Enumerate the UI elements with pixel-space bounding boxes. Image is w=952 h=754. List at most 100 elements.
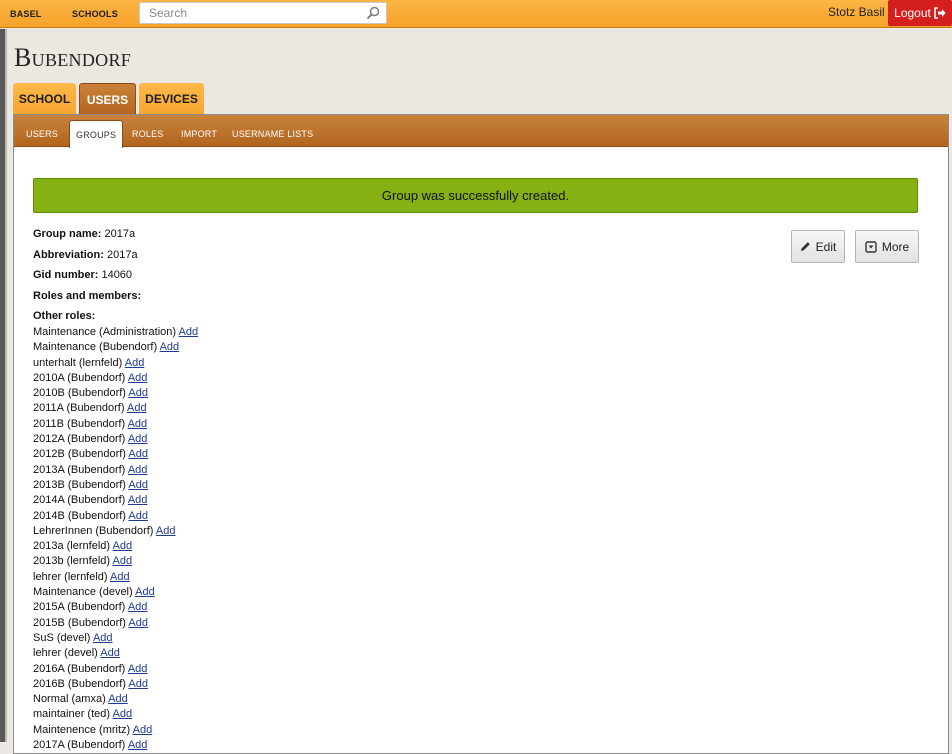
add-role-link[interactable]: Add — [128, 678, 148, 690]
role-name: 2013a (lernfeld) — [33, 540, 111, 553]
role-name: 2017A (Bubendorf) — [33, 739, 126, 752]
role-list-item: 2010A (Bubendorf) Add — [33, 371, 198, 386]
roles-and-members-label: Roles and members: — [33, 290, 142, 302]
role-name: lehrer (devel) — [33, 647, 98, 660]
tab-school[interactable]: SCHOOL — [13, 83, 76, 114]
add-role-link[interactable]: Add — [100, 647, 120, 659]
role-name: 2012A (Bubendorf) — [33, 433, 126, 446]
other-roles-list: Maintenance (Administration) Add Maintena… — [33, 325, 198, 753]
role-list-item: 2013b (lernfeld) Add — [33, 554, 198, 569]
add-role-link[interactable]: Add — [160, 341, 180, 353]
add-role-link[interactable]: Add — [113, 555, 133, 567]
add-role-link[interactable]: Add — [127, 402, 147, 414]
search-input[interactable] — [147, 3, 357, 23]
role-name: SuS (devel) — [33, 631, 91, 644]
gid-number-row: Gid number: 14060 — [33, 269, 132, 281]
add-role-link[interactable]: Add — [133, 724, 153, 736]
more-button[interactable]: More — [855, 230, 919, 263]
role-list-item: 2011A (Bubendorf) Add — [33, 401, 198, 416]
role-name: 2011B (Bubendorf) — [33, 417, 126, 430]
add-role-link[interactable]: Add — [179, 326, 199, 338]
role-name: Maintenence (mritz) — [33, 723, 131, 736]
role-list-item: unterhalt (lernfeld) Add — [33, 356, 198, 371]
add-role-link[interactable]: Add — [128, 663, 148, 675]
other-roles-heading: Other roles: — [33, 310, 95, 322]
add-role-link[interactable]: Add — [128, 448, 148, 460]
add-role-link[interactable]: Add — [128, 387, 148, 399]
role-list-item: Maintenance (Bubendorf) Add — [33, 340, 198, 355]
tab-users[interactable]: USERS — [79, 83, 136, 115]
role-name: 2016B (Bubendorf) — [33, 677, 126, 690]
role-name: Maintenance (Bubendorf) — [33, 341, 158, 354]
page-title: Bubendorf — [14, 43, 132, 72]
left-edge-shadow — [5, 29, 7, 742]
add-role-link[interactable]: Add — [128, 464, 148, 476]
role-list-item: lehrer (devel) Add — [33, 646, 198, 661]
add-role-link[interactable]: Add — [128, 479, 148, 491]
role-name: 2010B (Bubendorf) — [33, 387, 126, 400]
search-icon[interactable] — [366, 6, 380, 20]
content-panel: USERS GROUPS ROLES IMPORT USERNAME LISTS… — [13, 114, 949, 754]
role-list-item: 2013A (Bubendorf) Add — [33, 463, 198, 478]
abbreviation-label: Abbreviation: — [33, 249, 104, 261]
edit-button[interactable]: Edit — [791, 230, 845, 263]
role-name: 2015B (Bubendorf) — [33, 616, 126, 629]
role-name: 2013A (Bubendorf) — [33, 463, 126, 476]
role-list-item: SuS (devel) Add — [33, 631, 198, 646]
role-list-item: 2010B (Bubendorf) Add — [33, 386, 198, 401]
role-name: 2013B (Bubendorf) — [33, 478, 126, 491]
role-list-item: Maintenance (Administration) Add — [33, 325, 198, 340]
tab-devices[interactable]: DEVICES — [139, 83, 204, 114]
role-name: lehrer (lernfeld) — [33, 570, 108, 583]
subtab-roles[interactable]: ROLES — [132, 129, 164, 139]
add-role-link[interactable]: Add — [125, 357, 145, 369]
success-alert-message: Group was successfully created. — [381, 188, 570, 203]
current-user-name[interactable]: Stotz Basil — [828, 5, 885, 19]
nav-link-schools[interactable]: SCHOOLS — [72, 9, 118, 19]
logout-icon — [934, 7, 946, 19]
role-name: 2016A (Bubendorf) — [33, 662, 126, 675]
add-role-link[interactable]: Add — [128, 433, 148, 445]
role-name: 2010A (Bubendorf) — [33, 371, 126, 384]
role-list-item: 2012A (Bubendorf) Add — [33, 432, 198, 447]
subtab-users[interactable]: USERS — [26, 129, 58, 139]
add-role-link[interactable]: Add — [128, 372, 148, 384]
pencil-icon — [800, 242, 810, 251]
add-role-link[interactable]: Add — [135, 586, 155, 598]
add-role-link[interactable]: Add — [128, 601, 148, 613]
add-role-link[interactable]: Add — [93, 632, 113, 644]
search-box — [139, 2, 387, 24]
dropdown-box-icon — [865, 240, 877, 253]
subtab-groups[interactable]: GROUPS — [69, 120, 124, 148]
add-role-link[interactable]: Add — [128, 418, 148, 430]
add-role-link[interactable]: Add — [110, 571, 130, 583]
logout-label: Logout — [894, 6, 931, 20]
role-list-item: lehrer (lernfeld) Add — [33, 570, 198, 585]
gid-number-label: Gid number: — [33, 269, 99, 281]
add-role-link[interactable]: Add — [128, 617, 148, 629]
success-alert: Group was successfully created. — [33, 178, 918, 213]
subtab-import[interactable]: IMPORT — [181, 129, 217, 139]
subtab-username-lists[interactable]: USERNAME LISTS — [232, 129, 313, 139]
add-role-link[interactable]: Add — [113, 708, 133, 720]
abbreviation-value: 2017a — [106, 249, 138, 261]
add-role-link[interactable]: Add — [128, 739, 148, 751]
role-list-item: 2016A (Bubendorf) Add — [33, 662, 198, 677]
role-name: 2014B (Bubendorf) — [33, 509, 126, 522]
add-role-link[interactable]: Add — [128, 510, 148, 522]
role-list-item: 2015B (Bubendorf) Add — [33, 616, 198, 631]
add-role-link[interactable]: Add — [113, 540, 133, 552]
logout-button[interactable]: Logout — [888, 0, 952, 26]
role-list-item: Normal (amxa) Add — [33, 692, 198, 707]
add-role-link[interactable]: Add — [156, 525, 176, 537]
role-name: Normal (amxa) — [33, 693, 106, 706]
role-name: 2013b (lernfeld) — [33, 555, 111, 568]
role-list-item: 2013B (Bubendorf) Add — [33, 478, 198, 493]
add-role-link[interactable]: Add — [128, 494, 148, 506]
add-role-link[interactable]: Add — [108, 693, 128, 705]
nav-link-basel[interactable]: BASEL — [10, 9, 42, 19]
role-list-item: 2013a (lernfeld) Add — [33, 539, 198, 554]
group-name-row: Group name: 2017a — [33, 228, 135, 240]
roles-and-members-heading: Roles and members: — [33, 290, 141, 302]
role-name: 2011A (Bubendorf) — [33, 402, 125, 415]
